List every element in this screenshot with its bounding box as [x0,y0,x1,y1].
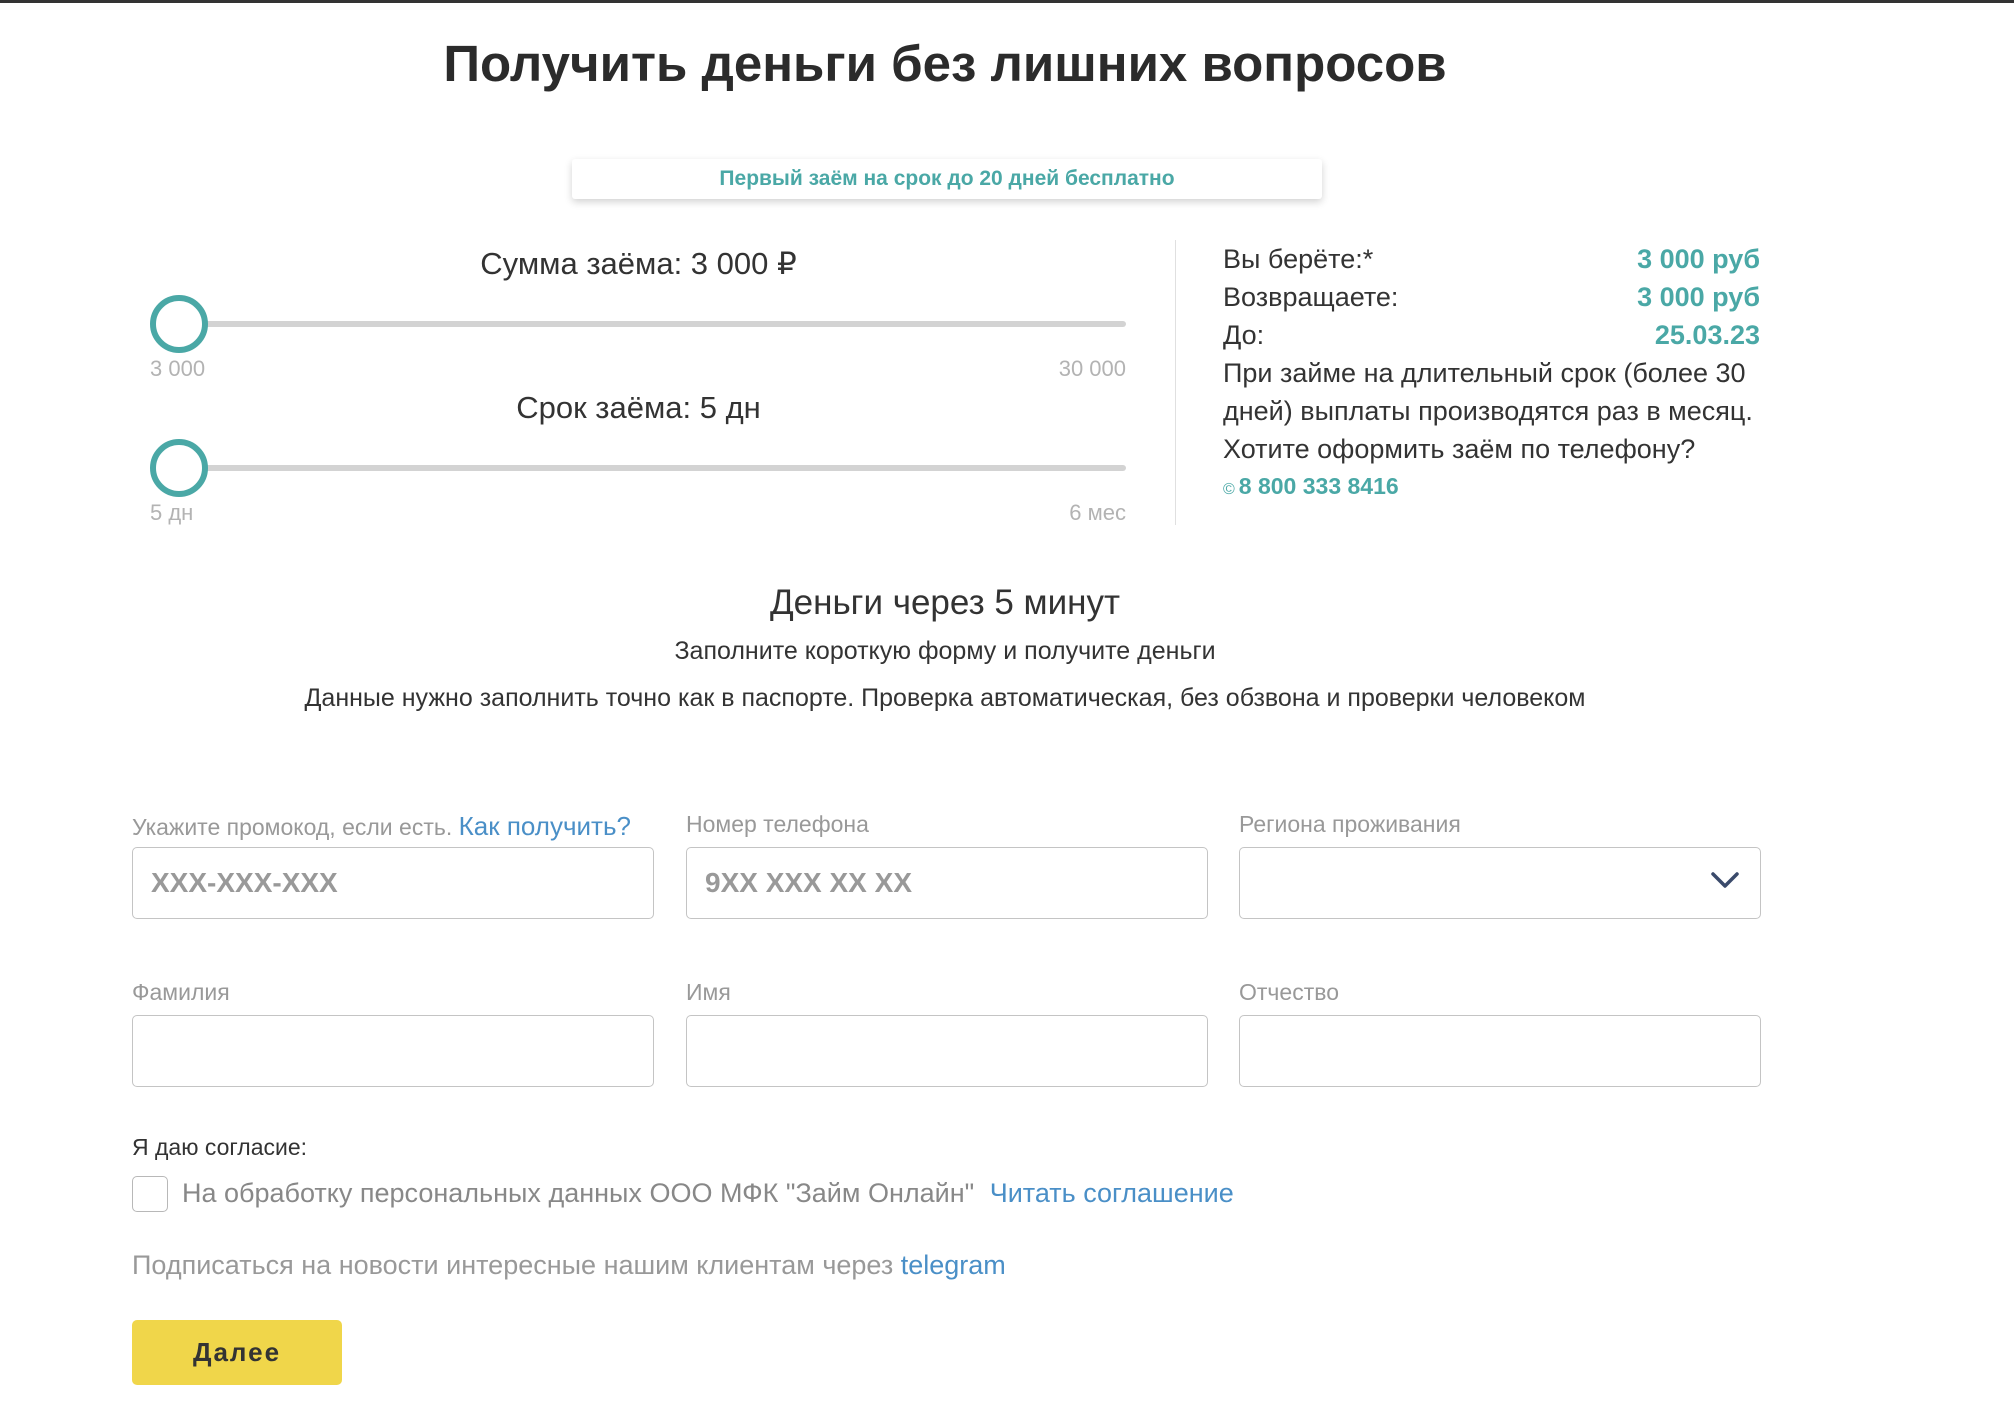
term-slider-label: Срок заёма: 5 дн [516,390,761,425]
consent-text: На обработку персональных данных ООО МФК… [182,1178,1234,1209]
phone-number[interactable]: 8 800 333 8416 [1239,473,1399,499]
page-title: Получить деньги без лишних вопросов [443,35,1447,92]
phone-placeholder: 9XX XXX XX XX [705,867,912,898]
amount-slider-max: 30 000 [1058,356,1126,381]
term-slider-min: 5 дн [150,500,194,525]
phone-question: Хотите оформить заём по телефону? [1223,434,1696,464]
loan-summary: Вы берёте:* 3 000 руб Возвращаете: 3 000… [1223,240,1760,508]
promo-banner: Первый заём на срок до 20 дней бесплатно [572,159,1322,199]
subscribe-label: Подписаться на новости интересные нашим … [132,1250,894,1280]
section-subtitle: Заполните короткую форму и получите день… [674,637,1216,665]
section-title: Деньги через 5 минут [769,583,1121,622]
vertical-divider [1175,240,1176,525]
term-slider-handle[interactable] [150,439,208,497]
return-row: Возвращаете: 3 000 руб [1223,278,1760,316]
next-button[interactable]: Далее [132,1320,342,1385]
take-value: 3 000 руб [1637,244,1760,274]
return-label: Возвращаете: [1223,282,1399,312]
section-note: Данные нужно заполнить точно как в паспо… [304,684,1586,712]
region-select[interactable] [1239,847,1761,919]
name-label: Имя [686,979,731,1005]
term-slider-track[interactable] [178,465,1126,471]
patronymic-label: Отчество [1239,979,1339,1005]
amount-slider-min: 3 000 [150,356,206,381]
surname-input[interactable] [132,1015,654,1087]
surname-label: Фамилия [132,979,230,1005]
promo-label: Укажите промокод, если есть. Как получит… [132,811,631,842]
phone-icon: © [1223,481,1235,498]
amount-slider-track[interactable] [178,321,1126,327]
until-label: До: [1223,320,1265,350]
consent-checkbox[interactable] [132,1176,168,1212]
phone-input[interactable]: 9XX XXX XX XX [686,847,1208,919]
patronymic-input[interactable] [1239,1015,1761,1087]
consent-title: Я даю согласие: [132,1134,308,1160]
consent-label: На обработку персональных данных ООО МФК… [182,1178,975,1208]
take-row: Вы берёте:* 3 000 руб [1223,240,1760,278]
promo-code-placeholder: XXX-XXX-XXX [151,867,338,898]
term-slider-max: 6 мес [1069,500,1126,525]
chevron-down-icon [1711,872,1739,888]
take-label: Вы берёте:* [1223,244,1374,274]
phone-label: Номер телефона [686,811,869,837]
amount-slider-label: Сумма заёма: 3 000 ₽ [480,246,797,281]
phone-link[interactable]: © 8 800 333 8416 [1223,468,1760,508]
promo-label-text: Укажите промокод, если есть. [132,814,453,840]
subscribe-text: Подписаться на новости интересные нашим … [132,1250,1006,1281]
until-value: 25.03.23 [1654,320,1760,350]
until-row: До: 25.03.23 [1223,316,1760,354]
long-term-note: При займе на длительный срок (более 30 д… [1223,358,1753,426]
promo-code-input[interactable]: XXX-XXX-XXX [132,847,654,919]
telegram-link[interactable]: telegram [901,1250,1006,1280]
return-value: 3 000 руб [1637,282,1760,312]
read-agreement-link[interactable]: Читать соглашение [990,1178,1234,1208]
amount-slider-handle[interactable] [150,295,208,353]
top-border [0,0,2014,3]
region-label: Региона проживания [1239,811,1461,837]
promo-how-link[interactable]: Как получить? [459,811,631,841]
name-input[interactable] [686,1015,1208,1087]
